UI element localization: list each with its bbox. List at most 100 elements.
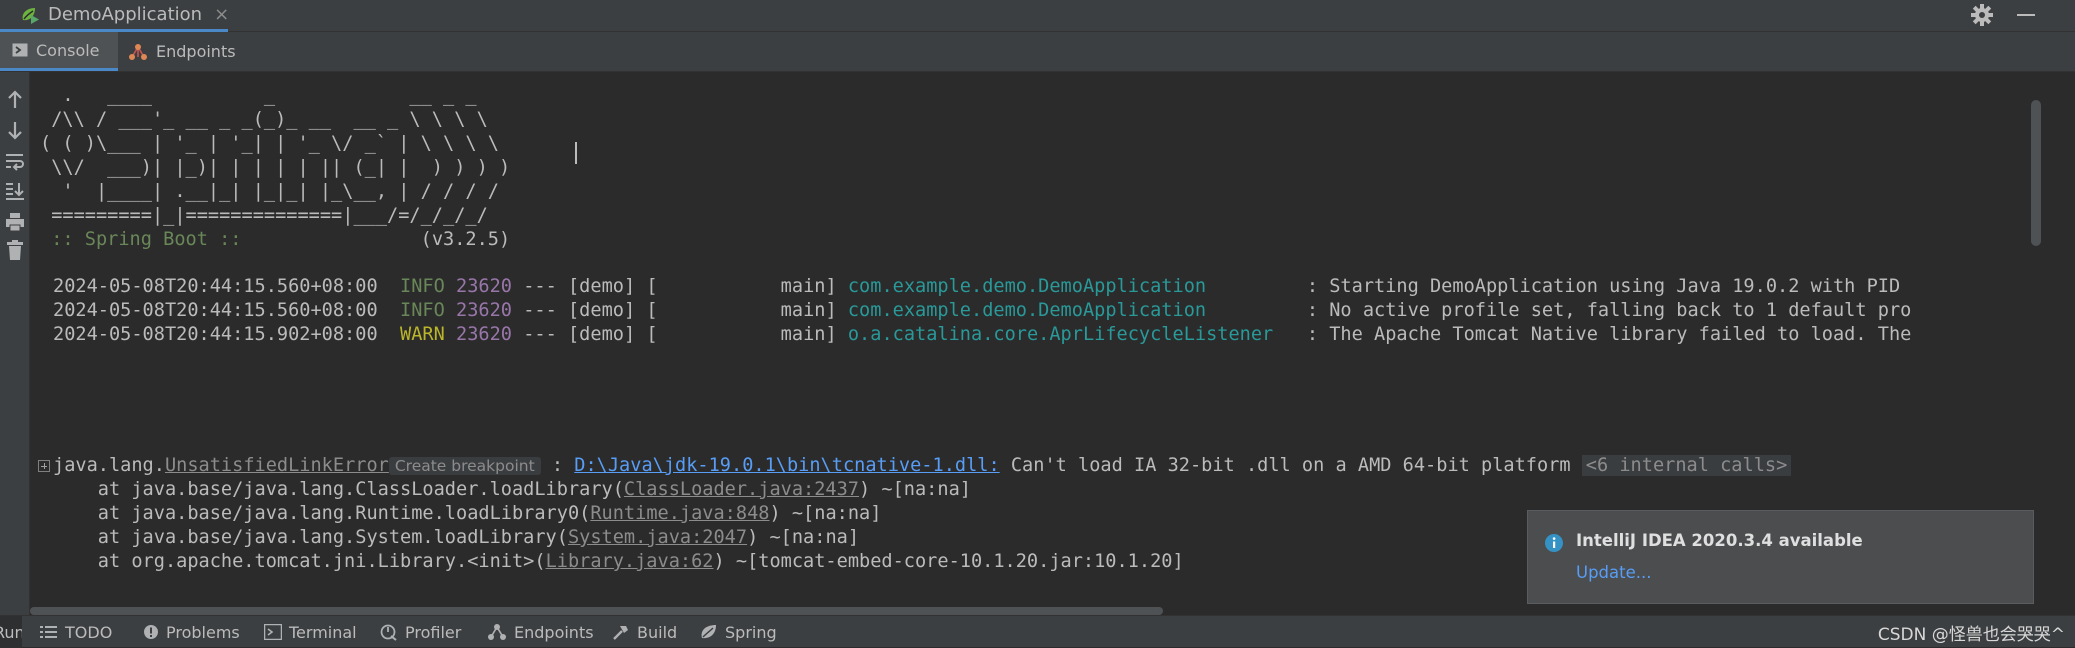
up-arrow-icon[interactable] xyxy=(3,88,27,112)
build-icon xyxy=(612,623,630,641)
source-link[interactable]: Library.java:62 xyxy=(546,551,714,572)
tool-button-label: Terminal xyxy=(289,622,357,642)
profiler-icon xyxy=(380,623,398,641)
log-thread: --- [demo] [ main] xyxy=(523,300,837,321)
problems-icon xyxy=(143,624,159,640)
horizontal-scrollbar-thumb[interactable] xyxy=(30,607,1163,615)
exception-class-link[interactable]: UnsatisfiedLinkError xyxy=(165,455,389,476)
spring-boot-run-icon xyxy=(20,6,40,24)
expand-fold-icon[interactable] xyxy=(38,460,50,472)
log-pid: 23620 xyxy=(456,300,512,321)
stack-frame: at java.base/java.lang.Runtime.loadLibra… xyxy=(53,502,882,526)
tool-button-endpoints[interactable]: Endpoints xyxy=(487,616,594,648)
print-icon[interactable] xyxy=(3,210,27,234)
spring-icon xyxy=(700,623,718,641)
run-tool-window-header: DemoApplication × xyxy=(0,0,2075,32)
stack-frame-text: at java.base/java.lang.System.loadLibrar… xyxy=(53,527,568,548)
update-link[interactable]: Update... xyxy=(1576,563,1652,582)
log-level: INFO xyxy=(400,300,445,321)
stack-frame-text: at java.base/java.lang.ClassLoader.loadL… xyxy=(53,479,624,500)
log-thread: --- [demo] [ main] xyxy=(523,276,837,297)
log-message: : Starting DemoApplication using Java 19… xyxy=(1306,276,1901,297)
exception-colon: : xyxy=(540,455,575,476)
spring-boot-version: (v3.2.5) xyxy=(252,229,511,250)
tool-button-spring[interactable]: Spring xyxy=(700,616,777,648)
log-level: WARN xyxy=(400,324,445,345)
close-tab-icon[interactable]: × xyxy=(214,4,229,25)
run-tab-demo-application[interactable]: DemoApplication × xyxy=(0,0,229,32)
todo-icon xyxy=(40,624,58,640)
run-stub-label: Run xyxy=(0,622,22,642)
stack-frame-suffix: ) ~[tomcat-embed-core-10.1.20.jar:10.1.2… xyxy=(713,551,1184,572)
log-line: 2024-05-08T20:44:15.560+08:00 INFO 23620… xyxy=(53,299,1911,323)
tool-button-problems[interactable]: Problems xyxy=(143,616,240,648)
spring-banner-line: =========|_|==============|___/=/_/_/_/ xyxy=(40,205,488,226)
bottom-tool-bar: Run TODO Problems Terminal Profiler Endp… xyxy=(0,615,2075,648)
soft-wrap-icon[interactable] xyxy=(3,149,27,173)
gear-icon[interactable] xyxy=(1969,2,1995,28)
log-timestamp: 2024-05-08T20:44:15.560+08:00 xyxy=(53,276,378,297)
vertical-scrollbar-thumb[interactable] xyxy=(2031,100,2041,246)
log-message: : The Apache Tomcat Native library faile… xyxy=(1306,324,1912,345)
log-line: 2024-05-08T20:44:15.902+08:00 WARN 23620… xyxy=(53,323,1911,347)
tool-button-label: Spring xyxy=(725,622,777,642)
tool-button-terminal[interactable]: Terminal xyxy=(264,616,357,648)
csdn-watermark: CSDN @怪兽也会哭哭^ xyxy=(1877,625,2065,645)
log-message: : No active profile set, falling back to… xyxy=(1306,300,1912,321)
tab-endpoints[interactable]: Endpoints xyxy=(126,32,236,71)
stack-frame: at org.apache.tomcat.jni.Library.<init>(… xyxy=(53,550,1184,574)
dll-path-link[interactable]: D:\Java\jdk-19.0.1\bin\tcnative-1.dll: xyxy=(574,455,999,476)
stack-frame-suffix: ) ~[na:na] xyxy=(769,503,882,524)
tool-button-label: TODO xyxy=(65,622,113,642)
tab-console[interactable]: Console xyxy=(0,32,118,71)
stack-frame: at java.base/java.lang.System.loadLibrar… xyxy=(53,526,859,550)
log-logger: com.example.demo.DemoApplication xyxy=(847,300,1207,321)
log-logger: com.example.demo.DemoApplication xyxy=(847,276,1207,297)
log-timestamp: 2024-05-08T20:44:15.560+08:00 xyxy=(53,300,378,321)
trash-icon[interactable] xyxy=(3,238,27,262)
scroll-to-end-icon[interactable] xyxy=(3,178,27,202)
log-pid: 23620 xyxy=(456,276,512,297)
minimize-icon[interactable] xyxy=(2015,2,2037,28)
tool-button-label: Endpoints xyxy=(514,622,594,642)
run-sub-tabs: Console Endpoints xyxy=(0,32,2075,72)
source-link[interactable]: Runtime.java:848 xyxy=(590,503,769,524)
tool-button-todo[interactable]: TODO xyxy=(40,616,112,648)
spring-banner-line: ( ( )\___ | '_ | '_| | '_ \/ _` | \ \ \ … xyxy=(40,133,499,154)
info-icon xyxy=(1544,533,1564,553)
log-pid: 23620 xyxy=(456,324,512,345)
tab-endpoints-label: Endpoints xyxy=(156,42,236,61)
spring-boot-version-line: :: Spring Boot :: (v3.2.5) xyxy=(40,228,510,252)
stack-frame-text: at java.base/java.lang.Runtime.loadLibra… xyxy=(53,503,591,524)
text-caret xyxy=(575,142,577,164)
tool-button-profiler[interactable]: Profiler xyxy=(380,616,461,648)
stack-frame: at java.base/java.lang.ClassLoader.loadL… xyxy=(53,478,971,502)
log-line: 2024-05-08T20:44:15.560+08:00 INFO 23620… xyxy=(53,275,1900,299)
create-breakpoint-chip[interactable]: Create breakpoint xyxy=(388,457,541,475)
tool-button-label: Build xyxy=(637,622,678,642)
source-link[interactable]: System.java:2047 xyxy=(568,527,747,548)
log-logger-pad xyxy=(1206,300,1307,321)
endpoints-icon xyxy=(128,43,148,61)
terminal-icon xyxy=(264,624,282,640)
log-thread: --- [demo] [ main] xyxy=(523,324,837,345)
tool-button-run[interactable]: Run xyxy=(0,616,22,648)
down-arrow-icon[interactable] xyxy=(3,118,27,142)
log-logger-pad xyxy=(1273,324,1307,345)
exception-package: java.lang. xyxy=(53,455,165,476)
exception-message: Can't load IA 32-bit .dll on a AMD 64-bi… xyxy=(999,455,1582,476)
spring-banner-line: ' |____| .__|_| |_|_| |_\__, | / / / / xyxy=(40,181,499,202)
source-link[interactable]: ClassLoader.java:2437 xyxy=(624,479,859,500)
exception-line: java.lang.UnsatisfiedLinkError Create bre… xyxy=(53,454,1792,478)
console-left-toolbar xyxy=(0,72,30,615)
internal-calls-fold[interactable]: <6 internal calls> xyxy=(1581,455,1792,476)
spring-banner-line: /\\ / ___'_ __ _ _(_)_ __ __ _ \ \ \ \ xyxy=(40,109,488,130)
tool-button-label: Profiler xyxy=(405,622,462,642)
spring-banner-line: . ____ _ __ _ _ xyxy=(40,85,477,106)
tool-button-label: Problems xyxy=(166,622,240,642)
tool-button-build[interactable]: Build xyxy=(612,616,677,648)
console-icon xyxy=(12,42,28,58)
spring-banner-line: \\/ ___)| |_)| | | | | || (_| | ) ) ) ) xyxy=(40,157,511,178)
stack-frame-text: at org.apache.tomcat.jni.Library.<init>( xyxy=(53,551,546,572)
log-level: INFO xyxy=(400,276,445,297)
